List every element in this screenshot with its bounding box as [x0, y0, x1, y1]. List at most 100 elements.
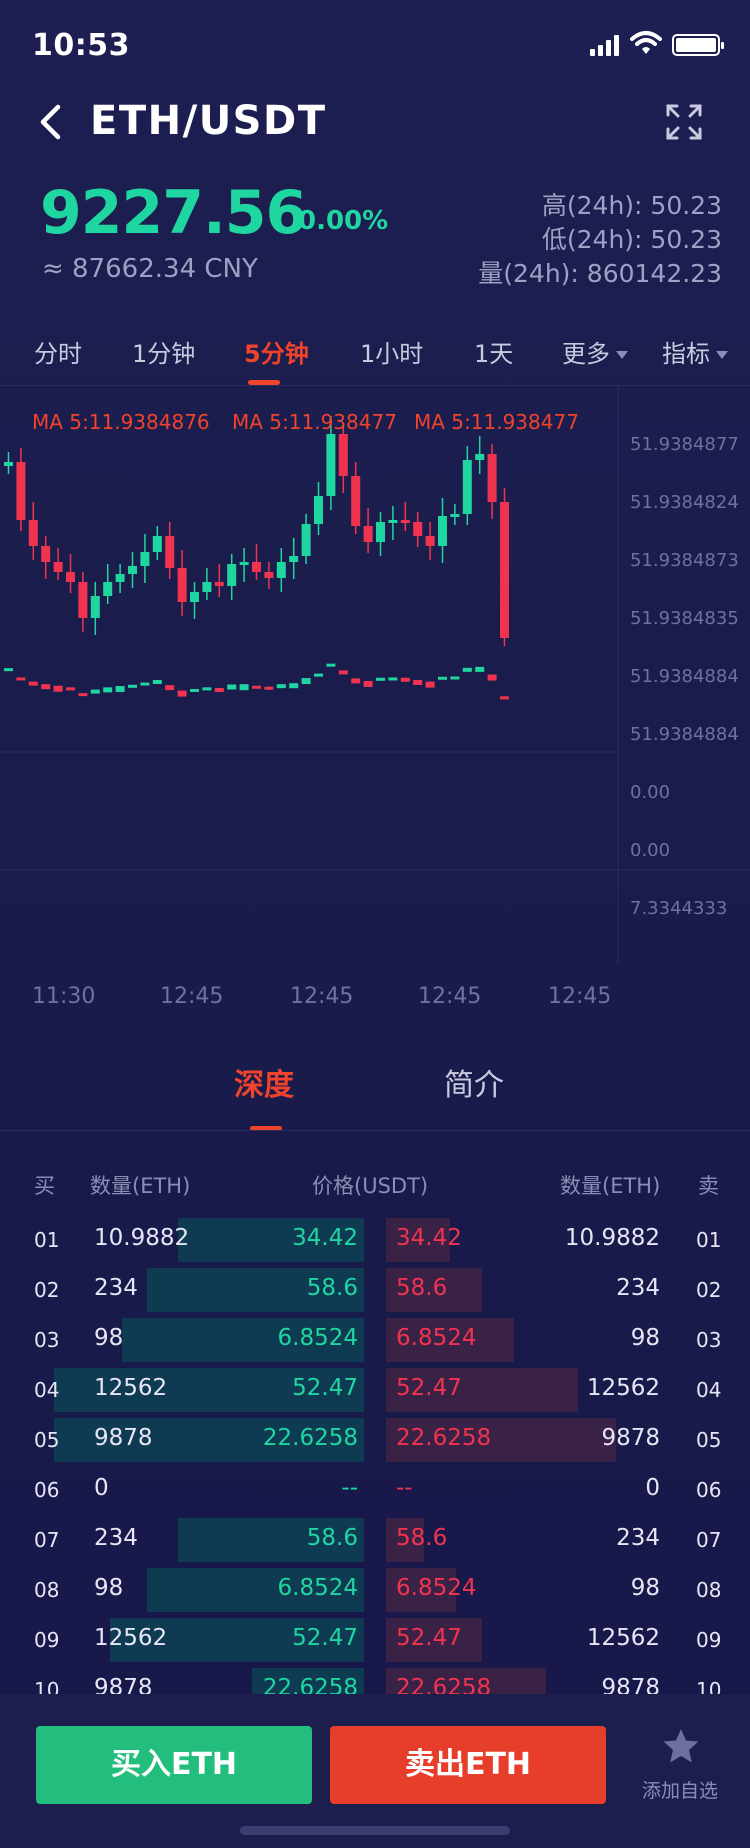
candle-body: [363, 526, 373, 542]
tab-1min[interactable]: 1分钟: [132, 334, 195, 369]
tab-more[interactable]: 更多: [562, 334, 628, 369]
indicator-candle: [338, 670, 348, 675]
x-tick-label: 12:45: [548, 984, 612, 1009]
tab-more-label: 更多: [562, 340, 610, 368]
row-index: 07: [696, 1528, 722, 1552]
candle-body: [438, 516, 447, 546]
indicator-candle: [66, 687, 75, 691]
order-book-row[interactable]: 03 98 6.8524 6.8524 98 03: [0, 1318, 750, 1362]
indicator-candle: [78, 693, 88, 697]
tab-timeline[interactable]: 分时: [34, 334, 82, 369]
y-tick-label: 0.00: [630, 840, 671, 861]
wifi-icon: [630, 30, 662, 56]
indicator-candle: [16, 677, 26, 681]
indicator-candle: [103, 687, 113, 693]
row-index: 08: [696, 1578, 722, 1602]
col-sell-qty: 数量(ETH): [560, 1174, 661, 1198]
indicator-candle: [252, 685, 261, 689]
ma-label-1: MA 5:11.9384876: [32, 410, 210, 434]
order-book-row[interactable]: 06 0 -- -- 0 06: [0, 1468, 750, 1512]
x-tick-label: 11:30: [32, 984, 96, 1009]
high-24h: 高(24h): 50.23: [541, 191, 722, 220]
row-index: 01: [34, 1228, 60, 1252]
indicator-candle: [351, 678, 361, 684]
row-index: 06: [696, 1478, 722, 1502]
back-icon[interactable]: [36, 104, 66, 140]
candle-body: [301, 524, 311, 556]
candle-body: [128, 566, 137, 574]
indicator-candle: [363, 680, 373, 687]
indicator-candle: [53, 685, 63, 692]
sell-button[interactable]: 卖出ETH: [330, 1726, 606, 1804]
candle-body: [376, 522, 385, 542]
buy-button[interactable]: 买入ETH: [36, 1726, 312, 1804]
indicator-candle: [438, 676, 447, 680]
candle-body: [487, 454, 497, 502]
indicator-candle: [450, 676, 460, 680]
y-tick-label: 51.9384835: [630, 608, 739, 629]
order-book-row[interactable]: 05 9878 22.6258 22.6258 9878 05: [0, 1418, 750, 1462]
buy-qty: 12562: [94, 1375, 168, 1401]
row-index: 05: [696, 1428, 722, 1452]
order-book-row[interactable]: 08 98 6.8524 6.8524 98 08: [0, 1568, 750, 1612]
sell-qty: 0: [645, 1475, 660, 1501]
y-tick-label: 7.3344333: [630, 898, 728, 919]
y-tick-label: 51.9384884: [630, 666, 739, 687]
order-book: 01 10.9882 34.42 34.42 10.9882 01 02 234 58.6 58.…: [0, 1218, 750, 1696]
sell-price: 52.47: [396, 1625, 462, 1651]
order-book-row[interactable]: 04 12562 52.47 52.47 12562 04: [0, 1368, 750, 1412]
order-book-row[interactable]: 07 234 58.6 58.6 234 07: [0, 1518, 750, 1562]
indicator-candle: [165, 685, 175, 691]
order-book-row[interactable]: 01 10.9882 34.42 34.42 10.9882 01: [0, 1218, 750, 1262]
candle-body: [90, 596, 100, 618]
buy-price: 6.8524: [277, 1575, 358, 1601]
order-book-row[interactable]: 02 234 58.6 58.6 234 02: [0, 1268, 750, 1312]
indicator-candle: [462, 667, 472, 672]
tab-1day[interactable]: 1天: [474, 334, 513, 369]
fullscreen-icon[interactable]: [664, 102, 704, 142]
buy-price: 6.8524: [277, 1325, 358, 1351]
kline-chart[interactable]: MA 5:11.9384876 MA 5:11.938477 MA 5:11.9…: [0, 386, 750, 1009]
buy-qty: 10.9882: [94, 1225, 190, 1251]
tab-indicators[interactable]: 指标: [662, 334, 728, 369]
indicator-candle: [425, 681, 435, 688]
tab-intro[interactable]: 简介: [444, 1060, 504, 1104]
ma-label-3: MA 5:11.938477: [414, 410, 579, 434]
indicator-candle: [413, 680, 423, 685]
y-tick-label: 51.9384877: [630, 434, 739, 455]
sell-price: --: [396, 1475, 413, 1501]
indicator-candle: [400, 677, 410, 682]
candle-body: [28, 520, 38, 546]
indicator-candle: [202, 687, 212, 691]
sell-qty: 98: [630, 1575, 660, 1601]
candle-body: [190, 592, 199, 602]
home-indicator[interactable]: [240, 1826, 510, 1835]
tab-1hour[interactable]: 1小时: [360, 334, 423, 369]
order-book-row[interactable]: 10 9878 22.6258 22.6258 9878 10: [0, 1668, 750, 1696]
sell-price: 6.8524: [396, 1575, 477, 1601]
add-favorite-button[interactable]: 添加自选: [620, 1728, 740, 1804]
candle-body: [4, 462, 13, 466]
buy-price: 52.47: [292, 1375, 358, 1401]
buy-qty: 98: [94, 1575, 124, 1601]
sell-price: 22.6258: [396, 1425, 492, 1451]
tab-5min[interactable]: 5分钟: [244, 334, 309, 369]
indicator-candle: [264, 686, 274, 690]
candle-body: [462, 460, 472, 514]
tab-depth[interactable]: 深度: [234, 1060, 294, 1104]
add-favorite-label: 添加自选: [641, 1780, 718, 1802]
candle-body: [16, 462, 26, 520]
col-buy: 买: [34, 1174, 55, 1198]
sell-price: 52.47: [396, 1375, 462, 1401]
order-book-row[interactable]: 09 12562 52.47 52.47 12562 09: [0, 1618, 750, 1662]
candle-body: [276, 562, 286, 578]
indicator-candle: [314, 673, 323, 677]
sell-price: 58.6: [396, 1525, 448, 1551]
row-index: 09: [696, 1628, 722, 1652]
pair-title: ETH/USDT: [90, 98, 327, 144]
row-index: 08: [34, 1578, 60, 1602]
battery-icon: [672, 34, 724, 56]
buy-price: --: [341, 1475, 358, 1501]
sell-price: 22.6258: [396, 1675, 492, 1696]
row-index: 01: [696, 1228, 722, 1252]
